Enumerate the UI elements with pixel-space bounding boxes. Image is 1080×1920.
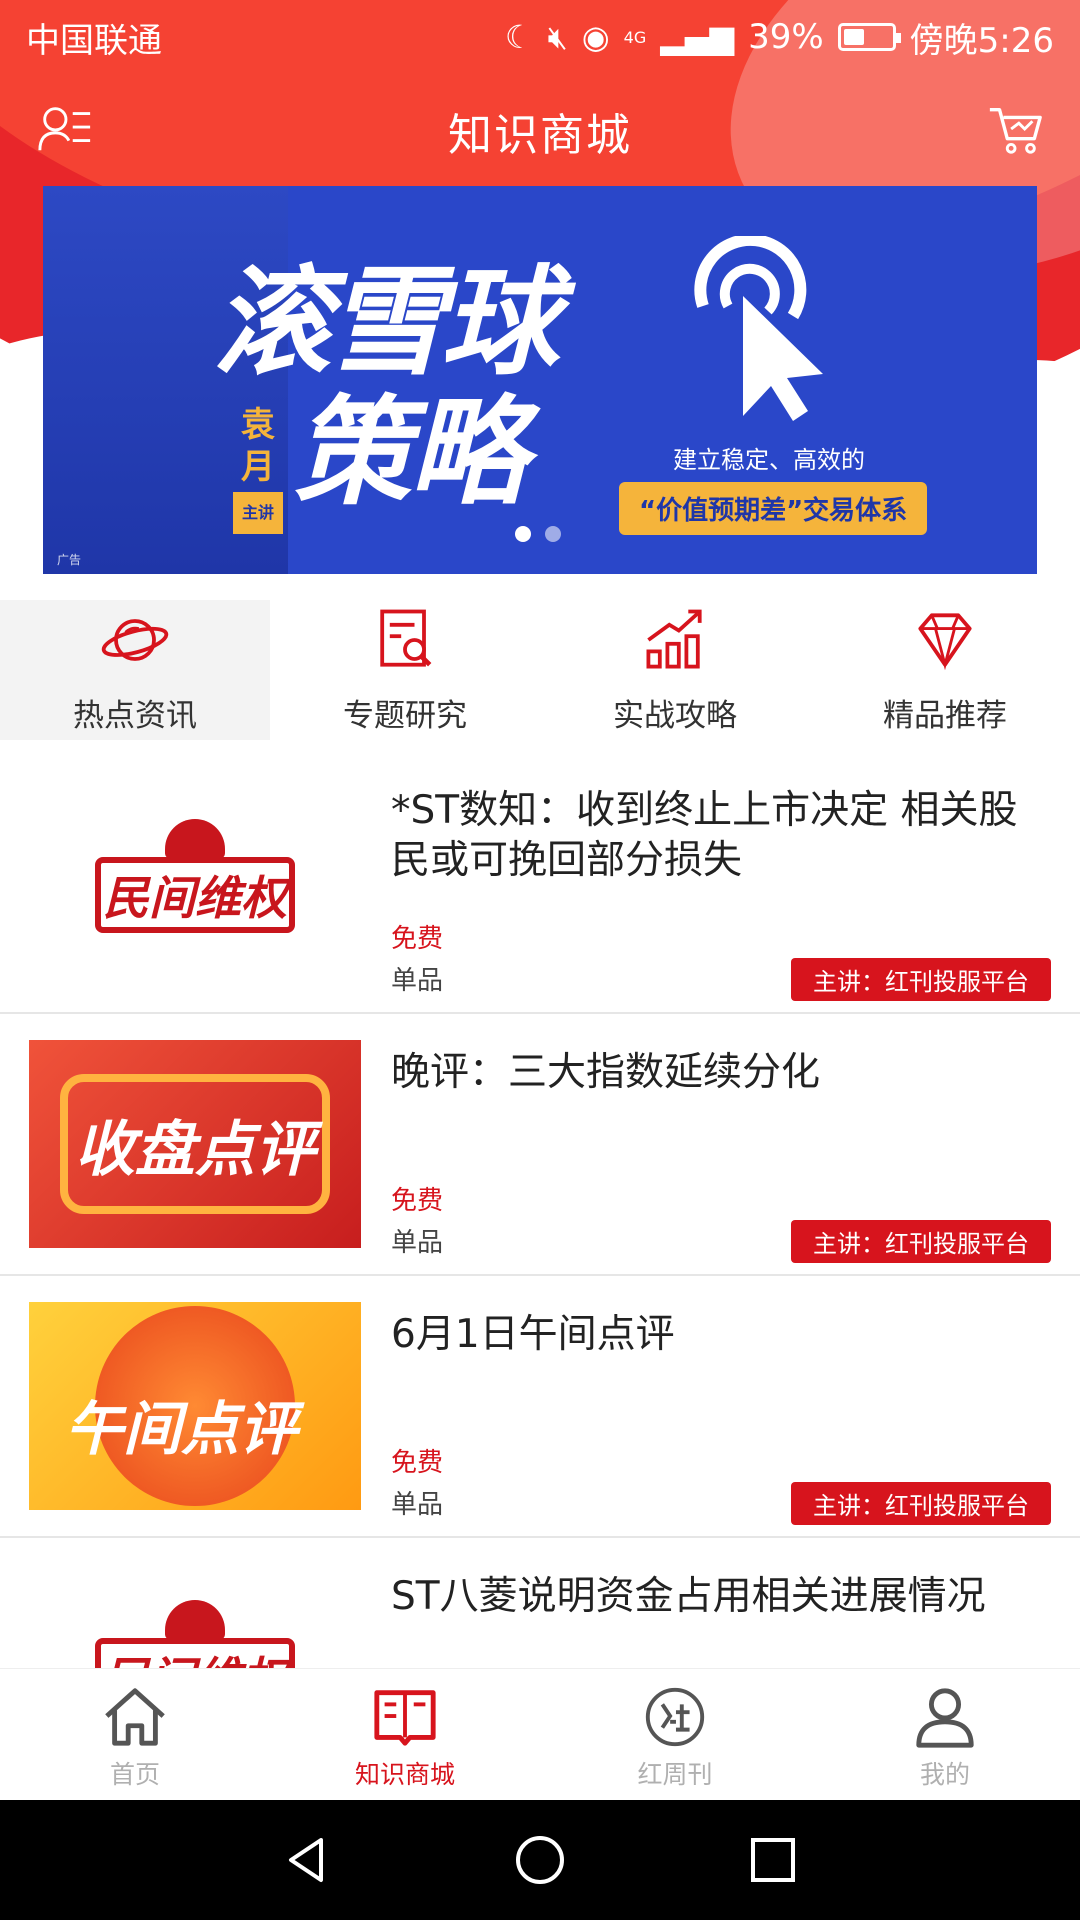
article-title: ST八菱说明资金占用相关进展情况	[391, 1574, 986, 1619]
category-label: 热点资讯	[73, 698, 197, 734]
thumbnail-text: 午间点评	[65, 1395, 298, 1463]
chart-up-icon	[646, 609, 702, 669]
banner-speaker: 袁月 主讲	[233, 404, 283, 534]
article-type: 单品	[391, 1228, 444, 1258]
hong-seal-icon	[645, 1687, 705, 1747]
pager-dot[interactable]	[545, 526, 561, 542]
page-title: 知识商城	[448, 110, 632, 161]
mute-icon: 🔇︎	[547, 17, 568, 56]
host-badge: 主讲：红刊投服平台	[791, 1482, 1051, 1525]
speaker-name: 袁月	[241, 405, 275, 487]
list-item[interactable]: 午间点评 6月1日午间点评 免费 单品 主讲：红刊投服平台	[0, 1276, 1080, 1538]
battery-percent: 39%	[748, 17, 824, 57]
article-price: 免费	[391, 924, 444, 954]
document-search-icon	[380, 609, 432, 667]
article-type: 单品	[391, 966, 444, 996]
book-icon	[374, 1690, 436, 1746]
cursor-click-icon	[683, 233, 823, 430]
category-research[interactable]: 专题研究	[270, 600, 540, 740]
article-title: 晚评：三大指数延续分化	[391, 1050, 821, 1095]
category-featured[interactable]: 精品推荐	[810, 600, 1080, 740]
banner-headline-bottom: 策略	[293, 383, 527, 521]
banner-subtitle: 建立稳定、高效的	[673, 446, 865, 474]
user-list-icon[interactable]	[36, 100, 94, 158]
article-list: 民间维权 *ST数知：收到终止上市决定 相关股民或可挽回部分损失 免费 单品 主…	[0, 752, 1080, 1800]
host-badge: 主讲：红刊投服平台	[791, 958, 1051, 1001]
status-bar: 中国联通 ☾ 🔇︎ ◉ 4G ▂▄▆ 39% 傍晚5:26	[0, 0, 1080, 74]
signal-icon: ▂▄▆	[660, 18, 735, 56]
person-icon	[916, 1688, 974, 1748]
thumbnail-text: 民间维权	[103, 871, 287, 925]
article-thumbnail: 午间点评	[29, 1302, 361, 1510]
back-icon[interactable]	[279, 1832, 335, 1888]
tab-label: 红周刊	[637, 1760, 713, 1789]
system-nav-bar	[0, 1800, 1080, 1920]
speaker-tag: 主讲	[233, 492, 283, 534]
title-bar: 知识商城	[0, 86, 1080, 176]
banner-pill: “价值预期差”交易体系	[619, 482, 928, 535]
tab-label: 知识商城	[354, 1760, 455, 1789]
cart-icon[interactable]	[986, 100, 1044, 158]
article-type: 单品	[391, 1490, 444, 1520]
tab-hong-weekly[interactable]: 红周刊	[540, 1669, 810, 1800]
host-badge: 主讲：红刊投服平台	[791, 1220, 1051, 1263]
tab-knowledge-mall[interactable]: 知识商城	[270, 1669, 540, 1800]
promo-banner[interactable]: 滚雪球 策略 袁月 主讲 建立稳定、高效的 “价值预期差”交易体系 广告	[43, 186, 1037, 574]
tab-label: 我的	[919, 1760, 970, 1789]
article-title: 6月1日午间点评	[391, 1312, 675, 1357]
eye-icon: ◉	[581, 18, 610, 56]
article-thumbnail: 收盘点评	[29, 1040, 361, 1248]
carrier-label: 中国联通	[26, 20, 162, 61]
home-icon	[105, 1688, 165, 1746]
category-label: 实战攻略	[613, 698, 737, 734]
planet-icon	[101, 619, 169, 661]
article-price: 免费	[391, 1186, 444, 1216]
article-price: 免费	[391, 1448, 444, 1478]
home-nav-icon[interactable]	[512, 1832, 568, 1888]
tab-home[interactable]: 首页	[0, 1669, 270, 1800]
list-item[interactable]: 收盘点评 晚评：三大指数延续分化 免费 单品 主讲：红刊投服平台	[0, 1014, 1080, 1276]
bottom-tab-bar: 首页 知识商城 红周刊 我的	[0, 1668, 1080, 1800]
category-grid: 热点资讯 专题研究 实战攻略 精品推荐	[0, 600, 1080, 740]
category-strategy[interactable]: 实战攻略	[540, 600, 810, 740]
moon-icon: ☾	[504, 18, 534, 56]
thumbnail-text: 收盘点评	[75, 1114, 315, 1185]
tab-label: 首页	[109, 1760, 160, 1789]
category-hot-news[interactable]: 热点资讯	[0, 600, 270, 740]
banner-pager	[515, 526, 561, 542]
article-thumbnail: 民间维权	[29, 778, 361, 986]
category-label: 精品推荐	[883, 698, 1007, 734]
battery-icon	[837, 23, 901, 51]
recents-icon[interactable]	[745, 1832, 801, 1888]
article-title: *ST数知：收到终止上市决定 相关股民或可挽回部分损失	[391, 788, 1018, 883]
network-label: 4G	[623, 27, 647, 47]
pager-dot[interactable]	[515, 526, 531, 542]
tab-me[interactable]: 我的	[810, 1669, 1080, 1800]
category-label: 专题研究	[343, 698, 467, 734]
clock: 傍晚5:26	[909, 20, 1054, 61]
diamond-icon	[918, 613, 972, 671]
list-item[interactable]: 民间维权 *ST数知：收到终止上市决定 相关股民或可挽回部分损失 免费 单品 主…	[0, 752, 1080, 1014]
ad-label: 广告	[57, 553, 82, 567]
